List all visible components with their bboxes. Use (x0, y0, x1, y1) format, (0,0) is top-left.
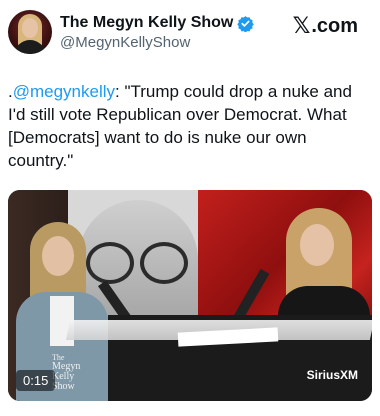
video-duration: 0:15 (16, 370, 56, 391)
author-row: The Megyn Kelly Show (60, 14, 255, 32)
x-logo[interactable]: 𝕏 .com (293, 14, 358, 39)
tweet-card: The Megyn Kelly Show @MegynKellyShow 𝕏 .… (0, 0, 380, 416)
siriusxm-logo: SiriusXM (307, 368, 358, 382)
portrait-glasses-right (140, 242, 188, 284)
show-logo-line: Show (52, 381, 75, 392)
tweet-text: .@megynkelly: "Trump could drop a nuke a… (8, 80, 370, 172)
siriusxm-wordmark: SiriusXM (306, 368, 358, 382)
show-logo: The Megyn Kelly Show (52, 354, 80, 392)
avatar[interactable] (8, 10, 52, 54)
verified-badge-icon (237, 15, 255, 32)
x-icon: 𝕏 (292, 14, 311, 39)
video-player[interactable]: The Megyn Kelly Show 0:15 SiriusXM (8, 190, 372, 401)
guest-face (42, 236, 74, 276)
x-logo-suffix: .com (311, 15, 358, 37)
avatar-face (22, 18, 38, 38)
display-name[interactable]: The Megyn Kelly Show (60, 14, 233, 32)
mention-link[interactable]: @megynkelly (13, 82, 115, 101)
handle[interactable]: @MegynKellyShow (60, 34, 190, 51)
host (270, 208, 370, 346)
host-face (300, 224, 334, 266)
